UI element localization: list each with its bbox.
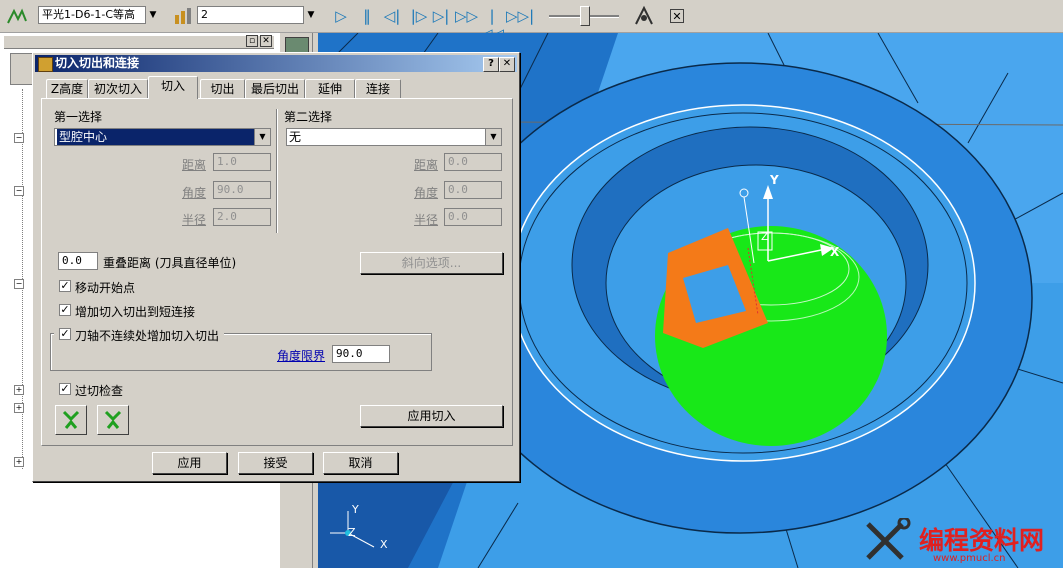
first-choice-value: 型腔中心 bbox=[57, 129, 254, 145]
leads-and-links-dialog: 切入切出和连接 ? ✕ Z高度 初次切入 切入 切出 最后切出 延伸 连接 第一… bbox=[32, 52, 520, 482]
dialog-titlebar[interactable]: 切入切出和连接 ? ✕ bbox=[35, 55, 517, 72]
chevron-down-icon[interactable]: ▼ bbox=[146, 6, 160, 24]
axis-discontinuity-label: 刀轴不连续处增加切入切出 bbox=[75, 329, 220, 343]
tab-page-lead-in: 第一选择 型腔中心 ▼ 距离 1.0 角度 90.0 半径 2.0 第二选择 无… bbox=[41, 98, 513, 446]
accept-button[interactable]: 接受 bbox=[238, 452, 313, 474]
angle-limit-field[interactable]: 90.0 bbox=[332, 345, 390, 363]
first-distance-label: 距离 bbox=[182, 158, 207, 172]
second-distance-field[interactable]: 0.0 bbox=[444, 153, 502, 171]
axis-x-label: X bbox=[830, 245, 840, 259]
overlap-label: 重叠距离 (刀具直径单位) bbox=[103, 256, 237, 270]
copy-to-lead-out-button[interactable] bbox=[97, 405, 129, 435]
overlap-field[interactable]: 0.0 bbox=[58, 252, 98, 270]
first-angle-label: 角度 bbox=[182, 186, 207, 200]
move-start-checkbox[interactable]: ✓ bbox=[59, 280, 71, 292]
second-angle-field[interactable]: 0.0 bbox=[444, 181, 502, 199]
second-angle-label: 角度 bbox=[414, 186, 439, 200]
add-short-link-checkbox[interactable]: ✓ bbox=[59, 304, 71, 316]
second-radius-field[interactable]: 0.0 bbox=[444, 208, 502, 226]
second-choice-select[interactable]: 无 ▼ bbox=[286, 128, 502, 146]
second-distance-label: 距离 bbox=[414, 158, 439, 172]
tab-lead-in[interactable]: 切入 bbox=[148, 76, 198, 99]
first-choice-label: 第一选择 bbox=[54, 110, 103, 124]
first-angle-field[interactable]: 90.0 bbox=[213, 181, 271, 199]
close-icon[interactable]: ✕ bbox=[260, 35, 272, 47]
cancel-button[interactable]: 取消 bbox=[323, 452, 398, 474]
swap-icon bbox=[62, 410, 80, 429]
tab-last-lead-out[interactable]: 最后切出 bbox=[245, 79, 305, 98]
speed-slider-thumb[interactable] bbox=[580, 6, 590, 26]
tree-collapse-icon[interactable]: − bbox=[14, 133, 24, 143]
rewind-to-start-icon[interactable]: |◁◁ bbox=[481, 7, 504, 43]
axis-z-label: Z bbox=[761, 230, 769, 243]
tab-lead-out[interactable]: 切出 bbox=[200, 79, 245, 98]
corner-axis-z-label: Z bbox=[348, 526, 356, 539]
pause-icon[interactable]: ‖ bbox=[356, 7, 378, 25]
dialog-title: 切入切出和连接 bbox=[55, 56, 140, 70]
axis-discontinuity-checkbox[interactable]: ✓ bbox=[59, 328, 71, 340]
explorer-tab[interactable] bbox=[10, 53, 34, 85]
swap-icon bbox=[104, 410, 122, 429]
toolpath-icon[interactable] bbox=[6, 7, 28, 25]
step-forward-icon[interactable]: |▷ bbox=[408, 7, 430, 25]
ramp-options-button[interactable]: 斜向选项... bbox=[360, 252, 503, 274]
help-button[interactable]: ? bbox=[483, 57, 499, 72]
step-forward-end-icon[interactable]: ▷| bbox=[430, 7, 452, 25]
close-icon[interactable]: ✕ bbox=[670, 9, 684, 23]
tree-expand-icon[interactable]: + bbox=[14, 385, 24, 395]
choice-separator bbox=[276, 109, 278, 233]
panel-grip[interactable] bbox=[4, 36, 274, 49]
axis-y-label: Y bbox=[770, 173, 779, 187]
second-choice-value: 无 bbox=[289, 130, 302, 144]
chevron-down-icon[interactable]: ▼ bbox=[485, 129, 501, 145]
operation-combo[interactable]: 平光1-D6-1-C等高 bbox=[38, 6, 146, 24]
apply-button[interactable]: 应用 bbox=[152, 452, 227, 474]
tab-extension[interactable]: 延伸 bbox=[305, 79, 355, 98]
apply-lead-in-button[interactable]: 应用切入 bbox=[360, 405, 503, 427]
chevron-down-icon[interactable]: ▼ bbox=[254, 129, 270, 145]
tree-expand-icon[interactable]: + bbox=[14, 403, 24, 413]
tool-icon[interactable] bbox=[172, 6, 194, 26]
wrench-logo-icon bbox=[866, 518, 911, 560]
gouge-check-label: 过切检查 bbox=[75, 384, 124, 398]
toolbar: 平光1-D6-1-C等高 ▼ 2 ▼ ▷ ‖ ◁| |▷ ▷| ▷▷ |◁◁ ▷… bbox=[0, 0, 1063, 43]
corner-axis-x-label: X bbox=[380, 538, 388, 551]
tool-combo[interactable]: 2 bbox=[197, 6, 304, 24]
app-icon bbox=[38, 57, 53, 72]
tree-collapse-icon[interactable]: − bbox=[14, 186, 24, 196]
forward-to-end-icon[interactable]: ▷▷| bbox=[506, 7, 534, 25]
gouge-check-checkbox[interactable]: ✓ bbox=[59, 383, 71, 395]
watermark-title: 编程资料网 bbox=[919, 526, 1045, 555]
tree-collapse-icon[interactable]: − bbox=[14, 279, 24, 289]
copy-from-lead-out-button[interactable] bbox=[55, 405, 87, 435]
watermark-url: www.pmucl.cn bbox=[933, 553, 1006, 564]
restore-icon[interactable]: ▫ bbox=[246, 35, 258, 47]
tab-links[interactable]: 连接 bbox=[355, 79, 401, 98]
simulation-tool-icon[interactable] bbox=[632, 4, 656, 28]
add-short-link-label: 增加切入切出到短连接 bbox=[75, 305, 196, 319]
second-radius-label: 半径 bbox=[414, 213, 439, 227]
tab-first-lead-in[interactable]: 初次切入 bbox=[88, 79, 148, 98]
second-choice-label: 第二选择 bbox=[284, 110, 333, 124]
step-back-icon[interactable]: ◁| bbox=[381, 7, 403, 25]
chevron-down-icon[interactable]: ▼ bbox=[304, 6, 318, 24]
tree-expand-icon[interactable]: + bbox=[14, 457, 24, 467]
close-button[interactable]: ✕ bbox=[499, 57, 515, 72]
first-radius-label: 半径 bbox=[182, 213, 207, 227]
first-distance-field[interactable]: 1.0 bbox=[213, 153, 271, 171]
play-icon[interactable]: ▷ bbox=[330, 7, 352, 25]
fast-forward-icon[interactable]: ▷▷ bbox=[455, 7, 478, 25]
tab-z-height[interactable]: Z高度 bbox=[46, 79, 88, 98]
angle-limit-label[interactable]: 角度限界 bbox=[277, 347, 325, 364]
first-radius-field[interactable]: 2.0 bbox=[213, 208, 271, 226]
first-choice-select[interactable]: 型腔中心 ▼ bbox=[54, 128, 271, 146]
move-start-label: 移动开始点 bbox=[75, 281, 136, 295]
corner-axis-y-label: Y bbox=[352, 503, 359, 516]
